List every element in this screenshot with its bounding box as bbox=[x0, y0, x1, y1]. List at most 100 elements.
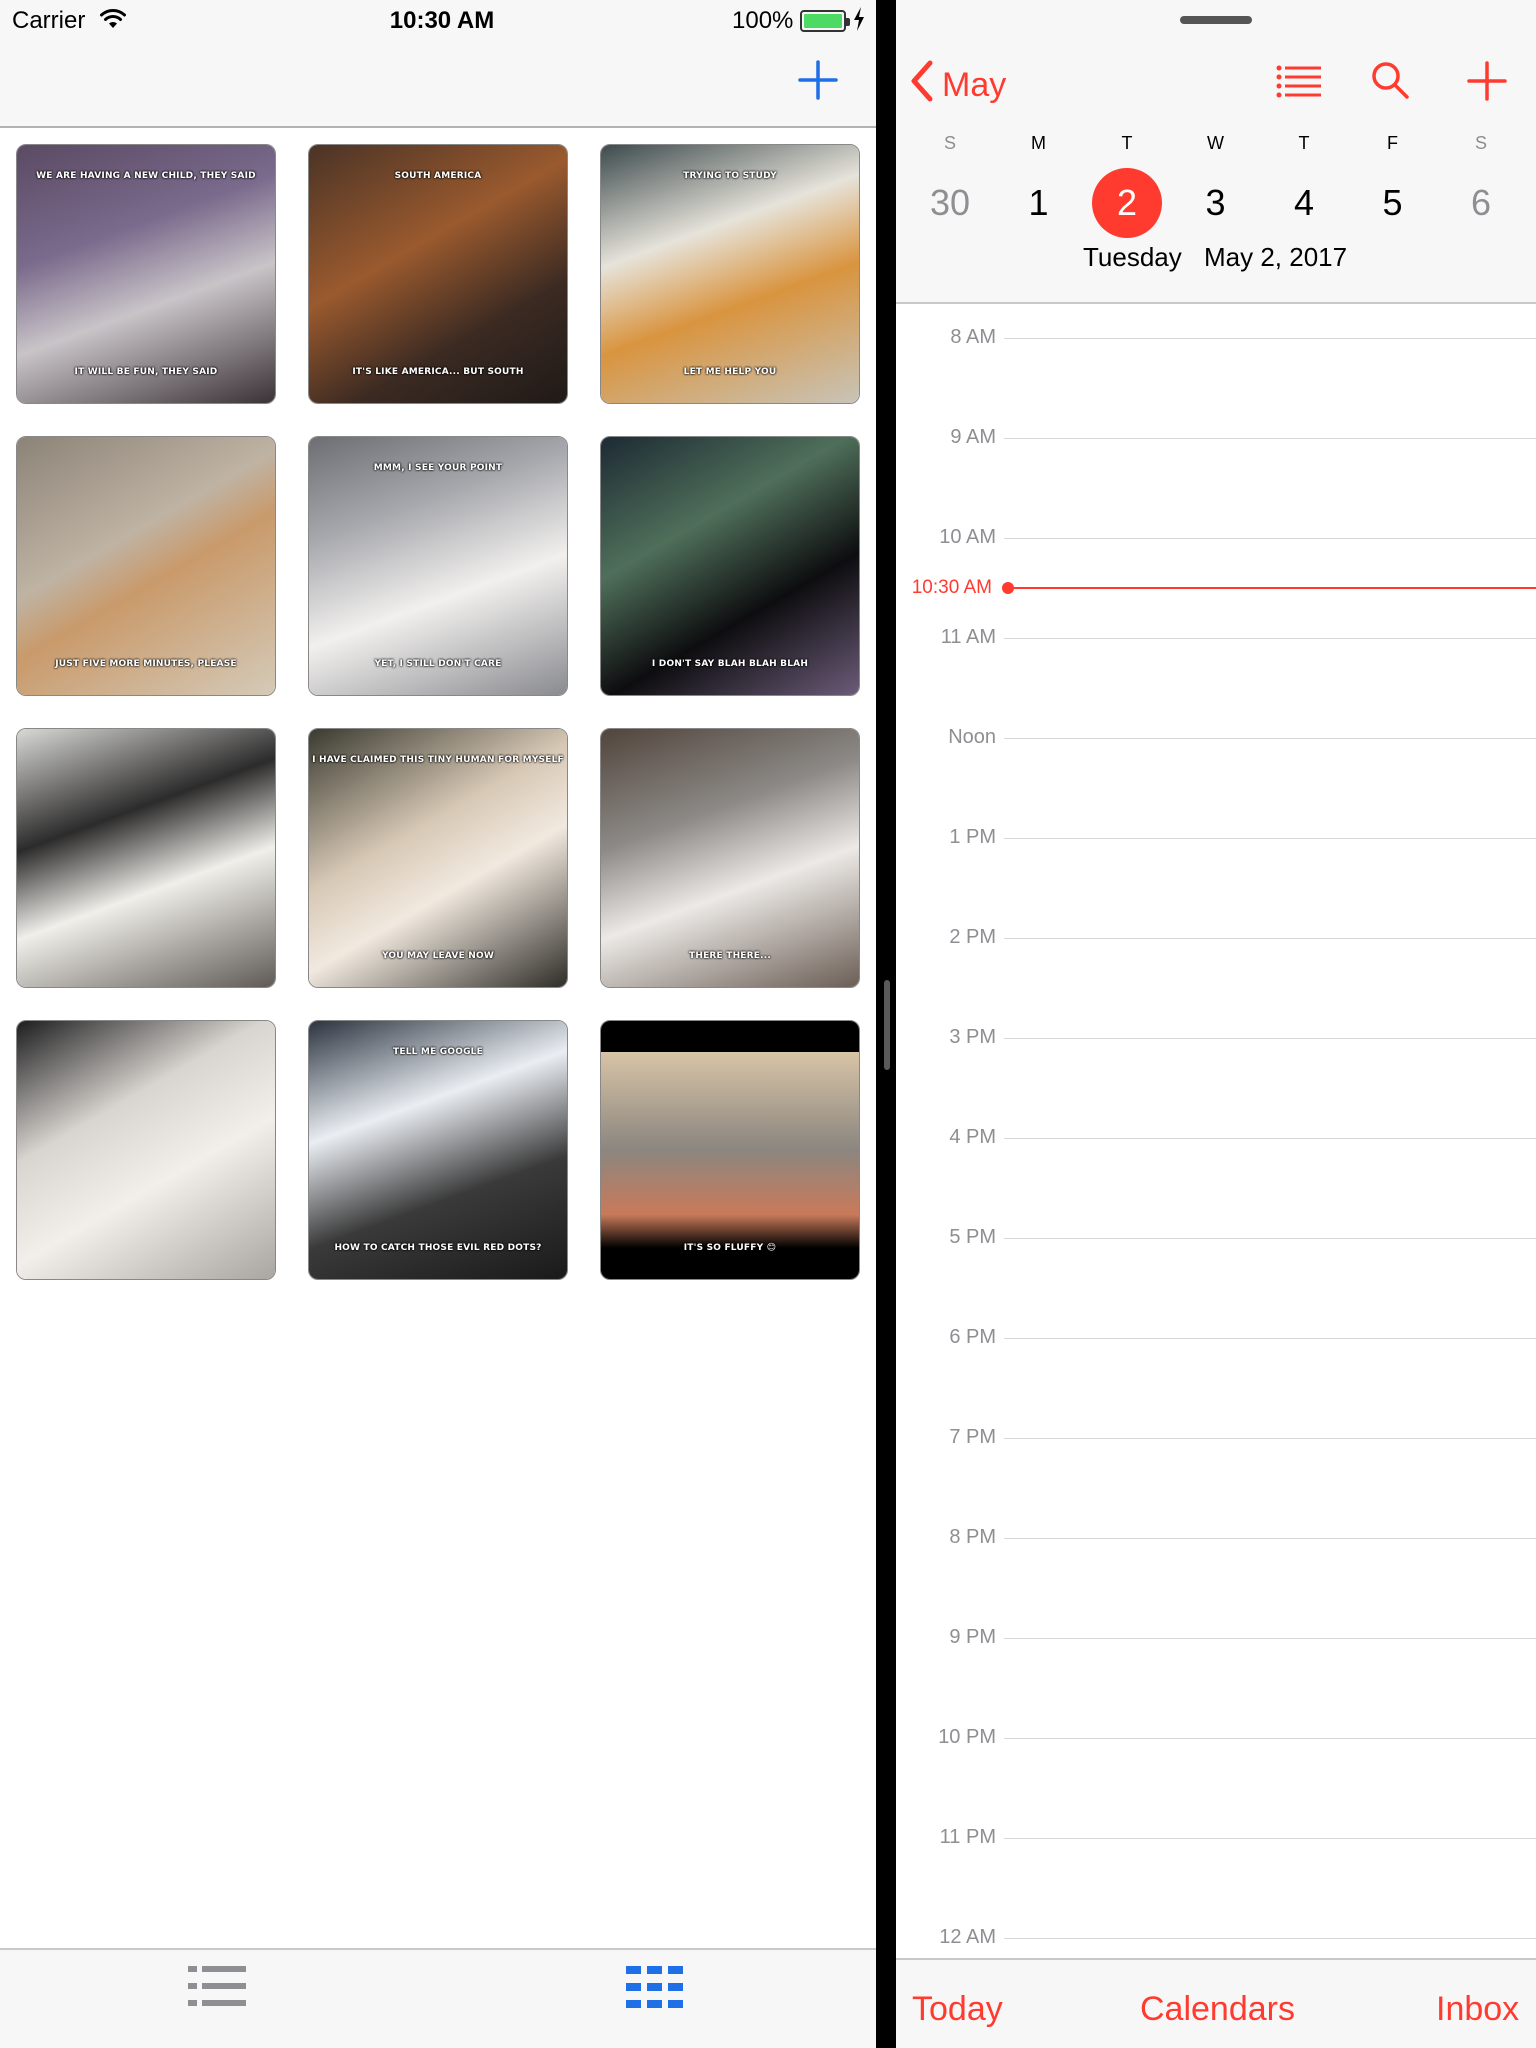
hour-label: Noon bbox=[948, 726, 996, 748]
back-label: May bbox=[942, 65, 1007, 104]
day-number: 6 bbox=[1470, 182, 1492, 223]
day-cell[interactable]: 30 bbox=[915, 168, 985, 238]
plus-icon bbox=[1466, 61, 1508, 106]
tab-list[interactable] bbox=[186, 1962, 248, 2012]
meme-tile[interactable]: TELL ME GOOGLE HOW TO CATCH THOSE EVIL RE… bbox=[308, 1020, 568, 1280]
calendar-tab-bar: Today Calendars Inbox bbox=[896, 1958, 1536, 2048]
current-time-line bbox=[1002, 587, 1536, 589]
day-cell[interactable]: 4 bbox=[1269, 168, 1339, 238]
meme-tile[interactable] bbox=[16, 728, 276, 988]
hour-gridline bbox=[1004, 1138, 1536, 1139]
meme-image bbox=[309, 437, 567, 695]
hour-gridline bbox=[1004, 438, 1536, 439]
hour-gridline bbox=[1004, 1938, 1536, 1939]
weekday-label: S bbox=[943, 133, 956, 153]
meme-tile[interactable]: JUST FIVE MORE MINUTES, PLEASE bbox=[16, 436, 276, 696]
meme-image bbox=[17, 1021, 275, 1279]
meme-caption-bottom: JUST FIVE MORE MINUTES, PLEASE bbox=[55, 659, 237, 669]
meme-tile[interactable]: THERE THERE... bbox=[600, 728, 860, 988]
day-timeline[interactable]: 8 AM 9 AM 10 AM 11 AM Noon 1 PM 2 PM 3 PM 4 PM 5 … bbox=[896, 306, 1536, 1958]
meme-caption-bottom: IT'S SO FLUFFY 😊 bbox=[683, 1243, 777, 1253]
calendar-app-pane: May S 30 M 1 T 2 W 3 T 4 F 5 S 6 Tuesday… bbox=[896, 0, 1536, 2048]
meme-tile[interactable]: I DON'T SAY BLAH BLAH BLAH bbox=[600, 436, 860, 696]
meme-caption-top: WE ARE HAVING A NEW CHILD, THEY SAID bbox=[36, 171, 256, 181]
day-cell[interactable]: 5 bbox=[1358, 168, 1428, 238]
divider-handle[interactable] bbox=[884, 980, 890, 1070]
tab-bar bbox=[0, 1948, 876, 2048]
hour-gridline bbox=[1004, 738, 1536, 739]
meme-tile[interactable]: SOUTH AMERICA IT'S LIKE AMERICA... BUT SO… bbox=[308, 144, 568, 404]
meme-tile[interactable] bbox=[16, 1020, 276, 1280]
hour-gridline bbox=[1004, 838, 1536, 839]
hour-label: 3 PM bbox=[949, 1026, 996, 1048]
tab-inbox[interactable]: Inbox bbox=[1436, 1990, 1519, 2029]
meme-caption-top: MMM, I SEE YOUR POINT bbox=[373, 463, 503, 473]
weekday-label: W bbox=[1207, 133, 1224, 153]
day-number: 30 bbox=[929, 182, 971, 223]
day-number: 2 bbox=[1116, 182, 1138, 223]
hour-gridline bbox=[1004, 338, 1536, 339]
meme-image bbox=[601, 1021, 859, 1279]
tab-calendars[interactable]: Calendars bbox=[1140, 1990, 1295, 2029]
battery-percent: 100% bbox=[732, 7, 794, 34]
hour-label: 12 AM bbox=[939, 1926, 996, 1948]
navigation-bar: Carrier 10:30 AM 100% bbox=[0, 0, 876, 128]
back-button[interactable]: May bbox=[910, 60, 1006, 110]
hour-label: 11 AM bbox=[940, 626, 996, 648]
add-button[interactable] bbox=[796, 58, 840, 102]
meme-caption-bottom: THERE THERE... bbox=[689, 951, 771, 961]
meme-image bbox=[601, 145, 859, 403]
day-cell[interactable]: 1 bbox=[1004, 168, 1074, 238]
hour-gridline bbox=[1004, 938, 1536, 939]
meme-tile[interactable]: IT'S SO FLUFFY 😊 bbox=[600, 1020, 860, 1280]
day-cell[interactable]: 6 bbox=[1446, 168, 1516, 238]
hour-gridline bbox=[1004, 638, 1536, 639]
hour-label: 8 AM bbox=[950, 326, 996, 348]
list-view-button[interactable] bbox=[1276, 64, 1322, 100]
hour-label: 5 PM bbox=[949, 1226, 996, 1248]
day-cell[interactable]: 3 bbox=[1181, 168, 1251, 238]
search-icon bbox=[1370, 62, 1410, 104]
tab-today[interactable]: Today bbox=[912, 1990, 1003, 2029]
selected-day[interactable]: 2 bbox=[1092, 168, 1162, 238]
status-bar: Carrier 10:30 AM 100% bbox=[0, 0, 876, 40]
selected-weekday: Tuesday bbox=[1083, 242, 1182, 272]
tab-grid[interactable] bbox=[624, 1962, 686, 2012]
meme-caption-bottom: IT'S LIKE AMERICA... BUT SOUTH bbox=[352, 367, 524, 377]
meme-tile[interactable]: I HAVE CLAIMED THIS TINY HUMAN FOR MYSEL… bbox=[308, 728, 568, 988]
hour-label: 8 PM bbox=[949, 1526, 996, 1548]
meme-caption-bottom: HOW TO CATCH THOSE EVIL RED DOTS? bbox=[334, 1243, 542, 1253]
list-icon bbox=[1276, 65, 1322, 104]
meme-image bbox=[309, 729, 567, 987]
search-button[interactable] bbox=[1370, 60, 1410, 100]
hour-label: 10 PM bbox=[938, 1726, 996, 1748]
selected-date: May 2, 2017 bbox=[1204, 242, 1348, 272]
bolt-icon bbox=[852, 6, 866, 39]
weekday-label: T bbox=[1298, 133, 1310, 153]
weekday-label: T bbox=[1121, 133, 1133, 153]
meme-tile[interactable]: MMM, I SEE YOUR POINT YET, I STILL DON'T … bbox=[308, 436, 568, 696]
hour-gridline bbox=[1004, 1638, 1536, 1639]
meme-caption-bottom: IT WILL BE FUN, THEY SAID bbox=[74, 367, 218, 377]
hour-label: 9 AM bbox=[950, 426, 996, 448]
add-event-button[interactable] bbox=[1466, 60, 1508, 102]
meme-tile[interactable]: TRYING TO STUDY LET ME HELP YOU bbox=[600, 144, 860, 404]
calendar-header: May S 30 M 1 T 2 W 3 T 4 F 5 S 6 Tuesday… bbox=[896, 0, 1536, 304]
meme-image bbox=[309, 1021, 567, 1279]
hour-label: 7 PM bbox=[949, 1426, 996, 1448]
weekday-label: F bbox=[1387, 133, 1398, 153]
meme-image bbox=[601, 437, 859, 695]
meme-tile[interactable]: WE ARE HAVING A NEW CHILD, THEY SAID IT W… bbox=[16, 144, 276, 404]
meme-image bbox=[17, 729, 275, 987]
hour-label: 9 PM bbox=[949, 1626, 996, 1648]
current-time-label: 10:30 AM bbox=[911, 577, 992, 598]
meme-image bbox=[309, 145, 567, 403]
day-number: 3 bbox=[1205, 182, 1226, 223]
hour-gridline bbox=[1004, 1738, 1536, 1739]
day-number: 4 bbox=[1293, 182, 1315, 223]
meme-image bbox=[17, 145, 275, 403]
slide-over-grabber[interactable] bbox=[1180, 16, 1252, 24]
hour-label: 10 AM bbox=[939, 526, 996, 548]
weekday-label: M bbox=[1031, 133, 1046, 153]
hour-label: 1 PM bbox=[949, 826, 996, 848]
